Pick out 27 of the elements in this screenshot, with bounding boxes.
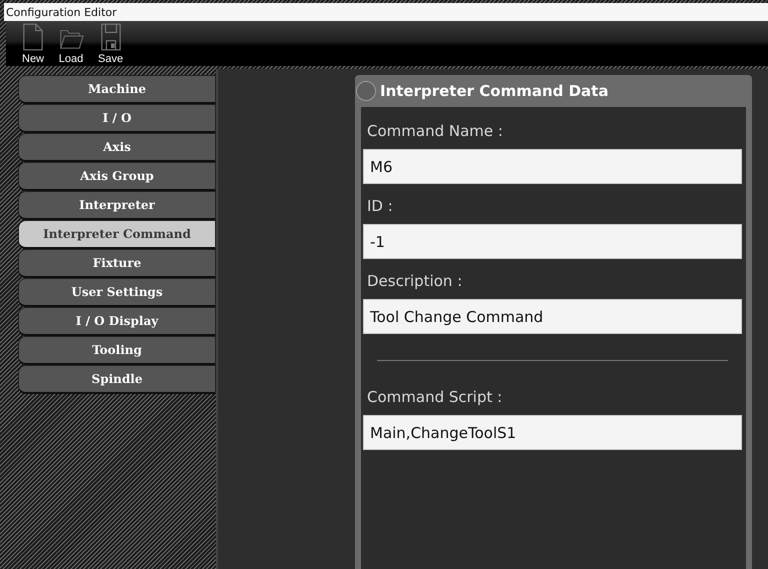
sidebar-item[interactable]: Interpreter bbox=[18, 191, 216, 220]
sidebar-item[interactable]: I / O bbox=[18, 104, 216, 133]
field-label: Description : bbox=[366, 271, 464, 292]
input-field[interactable]: -1 bbox=[363, 224, 742, 259]
input-field[interactable]: Tool Change Command bbox=[363, 299, 742, 334]
sidebar-item[interactable]: Fixture bbox=[18, 249, 216, 278]
field-label: Command Script : bbox=[366, 387, 504, 408]
document-icon bbox=[22, 23, 44, 51]
input-field[interactable]: Main,ChangeToolS1 bbox=[363, 415, 742, 450]
sidebar-item[interactable]: Axis bbox=[18, 133, 216, 162]
input-field[interactable]: M6 bbox=[363, 149, 742, 184]
sidebar-item[interactable]: Axis Group bbox=[18, 162, 216, 191]
panel-title: Interpreter Command Data bbox=[380, 82, 608, 100]
save-button[interactable]: Save bbox=[94, 21, 128, 66]
sidebar-item[interactable]: Spindle bbox=[18, 365, 216, 394]
new-button[interactable]: New bbox=[18, 21, 48, 66]
sidebar-item[interactable]: I / O Display bbox=[18, 307, 216, 336]
sidebar-item[interactable]: Interpreter Command bbox=[18, 220, 216, 249]
circle-icon bbox=[356, 81, 376, 101]
field-label: ID : bbox=[366, 196, 394, 217]
window-title: Configuration Editor bbox=[6, 6, 117, 18]
sidebar-item[interactable]: Machine bbox=[18, 75, 216, 104]
floppy-disk-icon bbox=[100, 23, 122, 51]
load-button[interactable]: Load bbox=[54, 21, 88, 66]
sidebar-item[interactable]: Tooling bbox=[18, 336, 216, 365]
sidebar-item[interactable]: User Settings bbox=[18, 278, 216, 307]
field-label: Command Name : bbox=[366, 121, 504, 142]
